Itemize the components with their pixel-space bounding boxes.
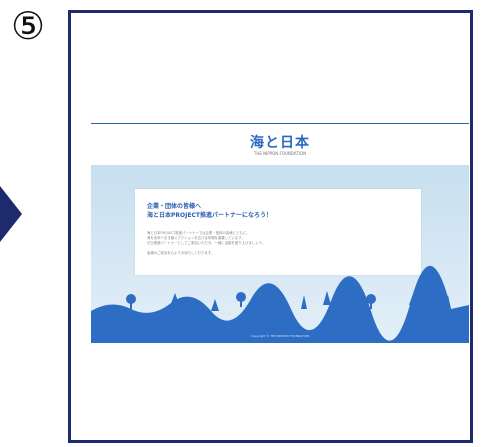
site-logo[interactable]: 海と日本 bbox=[91, 132, 469, 152]
website-preview: 海と日本 THE NIPPON FOUNDATION 企業・団体の皆様へ 海と日… bbox=[91, 123, 469, 343]
footer-copyright: Copyright © THE NIPPON FOUNDATION bbox=[251, 334, 310, 338]
header-divider bbox=[91, 123, 469, 124]
card-body-line: 皆様のご参加を心よりお待ちしております。 bbox=[147, 251, 215, 255]
hero-section: 企業・団体の皆様へ 海と日本PROJECT推進パートナーになろう！ 海と日本PR… bbox=[91, 165, 469, 343]
seaside-illustration: Copyright © THE NIPPON FOUNDATION bbox=[91, 265, 469, 343]
card-title-line-1: 企業・団体の皆様へ bbox=[147, 203, 202, 210]
card-title-line-2: 海と日本PROJECT推進パートナーになろう！ bbox=[147, 212, 272, 219]
site-logo-subtitle: THE NIPPON FOUNDATION bbox=[253, 151, 307, 156]
screenshot-frame: 海と日本 THE NIPPON FOUNDATION 企業・団体の皆様へ 海と日… bbox=[68, 10, 473, 443]
card-body: 海と日本PROJECT推進パートナーでは企業・団体の皆様とともに、 海を未来へ引… bbox=[147, 231, 407, 256]
step-number: ⑤ bbox=[10, 4, 46, 48]
arrow-right-icon bbox=[0, 186, 22, 242]
